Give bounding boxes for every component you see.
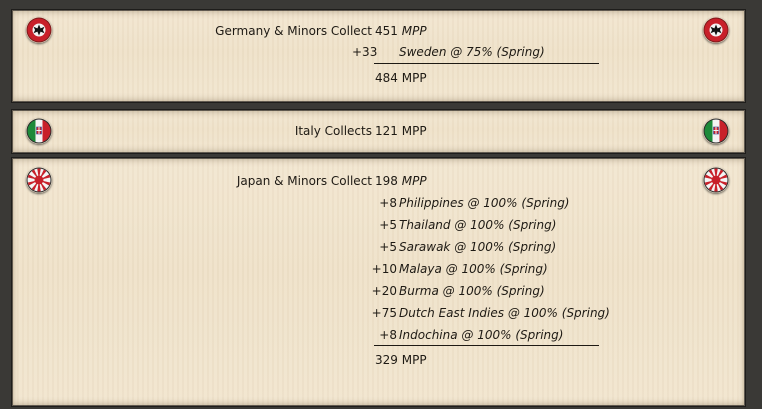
germany-base-mpp: 451 MPP — [375, 24, 427, 38]
japan-item-detail: Dutch East Indies @ 100% (Spring) — [399, 306, 610, 320]
japan-item-detail: Thailand @ 100% (Spring) — [399, 218, 557, 232]
japan-item-detail: Malaya @ 100% (Spring) — [399, 262, 548, 276]
japan-total-mpp: 329 MPP — [375, 353, 427, 367]
japan-sum-rule — [374, 345, 599, 346]
italy-income-panel: Italy Collects 121 MPP — [11, 109, 746, 154]
japan-item-detail: Sarawak @ 100% (Spring) — [399, 240, 557, 254]
germany-total-mpp: 484 MPP — [375, 71, 427, 85]
japan-item-amount: +20 — [371, 284, 397, 298]
japan-item-amount: +5 — [379, 240, 397, 254]
japan-base-mpp: 198 MPP — [375, 174, 427, 188]
germany-sum-rule — [374, 63, 599, 64]
germany-collect-label: Germany & Minors Collect — [215, 24, 372, 38]
rising-sun-roundel-icon — [703, 167, 729, 193]
japan-item-amount: +5 — [379, 218, 397, 232]
japan-item-amount: +8 — [379, 196, 397, 210]
germany-item-detail: Sweden @ 75% (Spring) — [399, 45, 545, 59]
japan-income-panel: Japan & Minors Collect 198 MPP +8 Philip… — [11, 157, 746, 407]
japan-item-amount: +10 — [371, 262, 397, 276]
iron-cross-roundel-icon — [703, 17, 729, 43]
japan-item-amount: +75 — [371, 306, 397, 320]
italy-flag-roundel-icon — [703, 118, 729, 144]
italy-collect-label: Italy Collects — [294, 124, 372, 138]
japan-item-detail: Philippines @ 100% (Spring) — [399, 196, 570, 210]
japan-item-detail: Burma @ 100% (Spring) — [399, 284, 545, 298]
italy-base-mpp: 121 MPP — [375, 124, 427, 138]
germany-item-amount: +33 — [352, 45, 378, 59]
japan-item-amount: +8 — [379, 328, 397, 342]
germany-income-panel: Germany & Minors Collect 451 MPP +33 Swe… — [11, 9, 746, 103]
japan-collect-label: Japan & Minors Collect — [236, 174, 372, 188]
japan-item-detail: Indochina @ 100% (Spring) — [399, 328, 564, 342]
